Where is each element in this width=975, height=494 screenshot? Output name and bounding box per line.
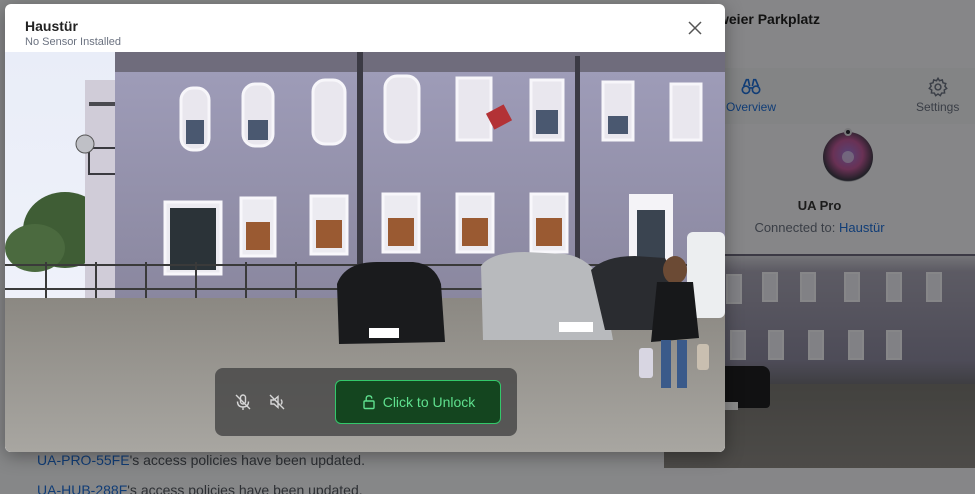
speaker-muted-icon[interactable] <box>267 392 287 412</box>
camera-modal: Haustür No Sensor Installed Click to Unl… <box>5 4 725 452</box>
lock-icon <box>363 395 375 410</box>
mic-muted-icon[interactable] <box>233 392 253 412</box>
unlock-label: Click to Unlock <box>382 394 476 410</box>
close-icon[interactable] <box>685 18 705 38</box>
sensor-status: No Sensor Installed <box>25 36 121 48</box>
intercom-controls: Click to Unlock <box>215 368 517 436</box>
modal-title: Haustür <box>25 18 78 34</box>
unlock-button[interactable]: Click to Unlock <box>335 380 501 424</box>
